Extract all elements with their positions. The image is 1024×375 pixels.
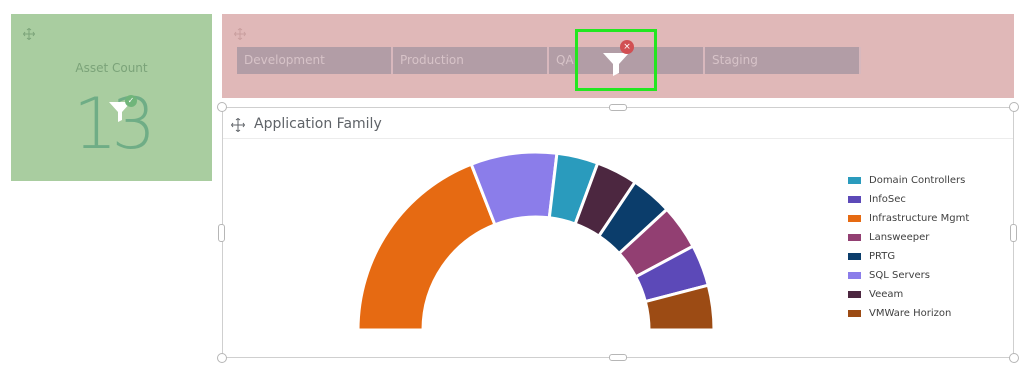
application-family-tile: Application Family Domain Controllers Inf…: [222, 107, 1014, 358]
environment-button-group: Development Production QA Staging: [237, 47, 861, 74]
resize-handle[interactable]: [1010, 224, 1017, 242]
environment-button-staging[interactable]: Staging: [705, 47, 861, 74]
legend-item[interactable]: Domain Controllers: [848, 171, 969, 190]
asset-count-tile: Asset Count 13 ✓: [11, 14, 212, 181]
legend-label: Infrastructure Mgmt: [869, 213, 970, 224]
asset-count-title: Asset Count: [75, 61, 148, 75]
chart-legend: Domain Controllers InfoSec Infrastructure …: [848, 171, 969, 323]
legend-label: Veeam: [869, 289, 904, 300]
legend-label: VMWare Horizon: [869, 308, 952, 319]
environment-button-development[interactable]: Development: [237, 47, 393, 74]
resize-handle[interactable]: [1009, 102, 1019, 112]
legend-swatch: [848, 196, 861, 203]
legend-swatch: [848, 272, 861, 279]
legend-label: PRTG: [869, 251, 896, 262]
close-icon[interactable]: ×: [620, 40, 634, 54]
legend-item[interactable]: Veeam: [848, 285, 969, 304]
resize-handle[interactable]: [609, 354, 627, 361]
legend-swatch: [848, 310, 861, 317]
legend-swatch: [848, 234, 861, 241]
legend-label: SQL Servers: [869, 270, 930, 281]
legend-swatch: [848, 177, 861, 184]
move-icon[interactable]: [233, 25, 247, 44]
legend-item[interactable]: VMWare Horizon: [848, 304, 969, 323]
legend-swatch: [848, 253, 861, 260]
legend-swatch: [848, 291, 861, 298]
resize-handle[interactable]: [1009, 353, 1019, 363]
resize-handle[interactable]: [218, 224, 225, 242]
resize-handle[interactable]: [217, 353, 227, 363]
legend-label: InfoSec: [869, 194, 906, 205]
check-icon: ✓: [125, 95, 137, 107]
resize-handle[interactable]: [217, 102, 227, 112]
legend-item[interactable]: SQL Servers: [848, 266, 969, 285]
legend-item[interactable]: Infrastructure Mgmt: [848, 209, 969, 228]
move-icon[interactable]: [22, 25, 36, 44]
legend-label: Lansweeper: [869, 232, 930, 243]
resize-handle[interactable]: [609, 104, 627, 111]
legend-item[interactable]: PRTG: [848, 247, 969, 266]
legend-swatch: [848, 215, 861, 222]
environment-button-production[interactable]: Production: [393, 47, 549, 74]
legend-label: Domain Controllers: [869, 175, 966, 186]
legend-item[interactable]: InfoSec: [848, 190, 969, 209]
chart-slice-infrastructure-mgmt[interactable]: [356, 162, 497, 332]
legend-item[interactable]: Lansweeper: [848, 228, 969, 247]
